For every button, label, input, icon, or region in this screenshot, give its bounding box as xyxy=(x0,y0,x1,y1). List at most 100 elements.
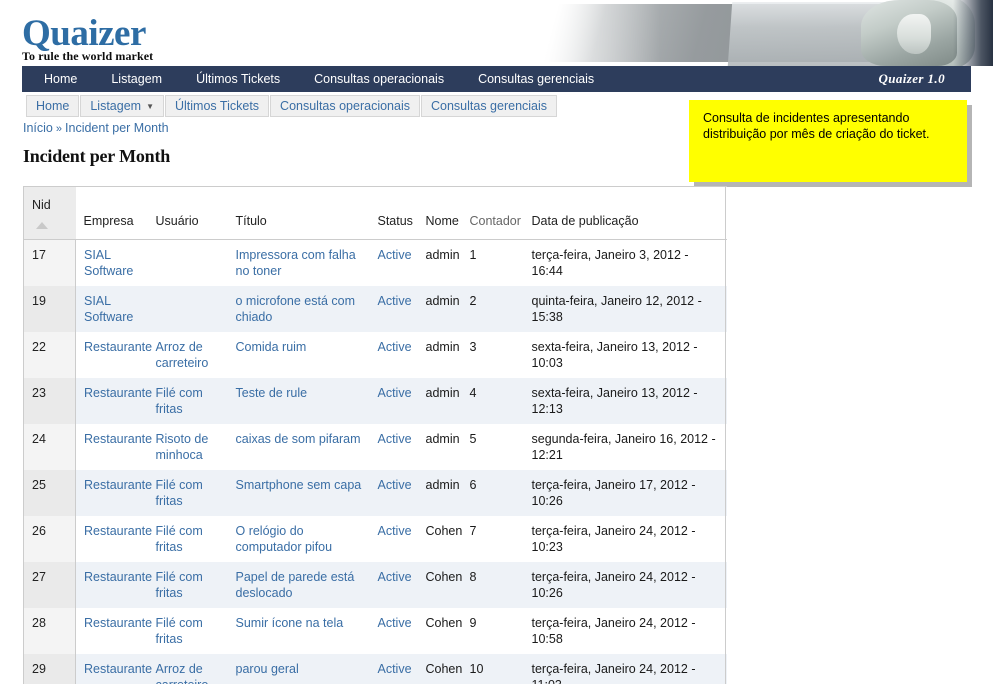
cell-titulo-link[interactable]: Impressora com falha no toner xyxy=(236,248,356,278)
cell-usuario[interactable]: Arroz de carreteiro xyxy=(147,332,228,378)
site-logo[interactable]: Quaizer To rule the world market xyxy=(22,15,153,63)
cell-usuario[interactable]: Risoto de minhoca xyxy=(147,424,228,470)
column-header-usuario[interactable]: Usuário xyxy=(147,186,228,240)
cell-empresa-link[interactable]: Restaurante xyxy=(84,386,152,400)
cell-empresa[interactable]: Restaurante xyxy=(75,332,152,378)
cell-status[interactable]: Active xyxy=(369,562,418,608)
cell-titulo-link[interactable]: Smartphone sem capa xyxy=(236,478,362,492)
cell-usuario-link[interactable]: Filé com fritas xyxy=(156,616,203,646)
cell-titulo[interactable]: O relógio do computador pifou xyxy=(227,516,370,562)
cell-status-link[interactable]: Active xyxy=(378,340,412,354)
cell-titulo[interactable]: caixas de som pifaram xyxy=(227,424,370,470)
cell-status[interactable]: Active xyxy=(369,239,418,286)
nav-item-home[interactable]: Home xyxy=(22,66,94,92)
cell-status-link[interactable]: Active xyxy=(378,478,412,492)
cell-titulo[interactable]: Comida ruim xyxy=(227,332,370,378)
cell-status[interactable]: Active xyxy=(369,608,418,654)
tab-consultas-operacionais[interactable]: Consultas operacionais xyxy=(270,95,420,117)
cell-titulo[interactable]: Papel de parede está deslocado xyxy=(227,562,370,608)
cell-usuario[interactable]: Filé com fritas xyxy=(147,378,228,424)
cell-titulo-link[interactable]: caixas de som pifaram xyxy=(236,432,361,446)
cell-titulo-link[interactable]: o microfone está com chiado xyxy=(236,294,356,324)
cell-usuario-link[interactable]: Arroz de carreteiro xyxy=(156,662,209,684)
cell-status[interactable]: Active xyxy=(369,286,418,332)
cell-nome: admin xyxy=(417,424,462,470)
tab-home[interactable]: Home xyxy=(26,95,80,117)
cell-titulo[interactable]: Sumir ícone na tela xyxy=(227,608,370,654)
cell-usuario[interactable] xyxy=(147,286,228,332)
cell-titulo[interactable]: parou geral xyxy=(227,654,370,684)
cell-empresa-link[interactable]: Restaurante xyxy=(84,432,152,446)
cell-empresa[interactable]: SIAL Software xyxy=(75,286,148,332)
cell-status-link[interactable]: Active xyxy=(378,662,412,676)
breadcrumb-home-link[interactable]: Início xyxy=(23,121,53,135)
cell-usuario[interactable]: Filé com fritas xyxy=(147,562,228,608)
cell-titulo-link[interactable]: Comida ruim xyxy=(236,340,307,354)
column-header-empresa[interactable]: Empresa xyxy=(75,186,148,240)
tab-listagem[interactable]: Listagem ▼ xyxy=(80,95,164,117)
cell-titulo-link[interactable]: Sumir ícone na tela xyxy=(236,616,344,630)
cell-titulo[interactable]: o microfone está com chiado xyxy=(227,286,370,332)
cell-titulo-link[interactable]: Papel de parede está deslocado xyxy=(236,570,355,600)
cell-empresa[interactable]: Restaurante xyxy=(75,562,152,608)
column-header-titulo[interactable]: Título xyxy=(227,186,370,240)
cell-empresa[interactable]: Restaurante xyxy=(75,378,152,424)
cell-status[interactable]: Active xyxy=(369,378,418,424)
cell-empresa-link[interactable]: Restaurante xyxy=(84,570,152,584)
cell-usuario-link[interactable]: Risoto de minhoca xyxy=(156,432,209,462)
cell-titulo[interactable]: Teste de rule xyxy=(227,378,370,424)
breadcrumb-current[interactable]: Incident per Month xyxy=(65,121,169,135)
cell-empresa[interactable]: SIAL Software xyxy=(75,239,148,286)
cell-usuario[interactable]: Filé com fritas xyxy=(147,608,228,654)
cell-status[interactable]: Active xyxy=(369,332,418,378)
cell-status[interactable]: Active xyxy=(369,470,418,516)
cell-usuario[interactable]: Filé com fritas xyxy=(147,516,228,562)
column-header-data[interactable]: Data de publicação xyxy=(523,186,727,240)
cell-titulo[interactable]: Smartphone sem capa xyxy=(227,470,370,516)
cell-empresa-link[interactable]: Restaurante xyxy=(84,478,152,492)
cell-empresa[interactable]: Restaurante xyxy=(75,424,152,470)
cell-usuario-link[interactable]: Filé com fritas xyxy=(156,478,203,508)
nav-item-ultimos-tickets[interactable]: Últimos Tickets xyxy=(179,66,297,92)
cell-usuario-link[interactable]: Filé com fritas xyxy=(156,570,203,600)
cell-empresa[interactable]: Restaurante xyxy=(75,654,152,684)
cell-status-link[interactable]: Active xyxy=(378,432,412,446)
column-header-status[interactable]: Status xyxy=(369,186,418,240)
cell-status-link[interactable]: Active xyxy=(378,616,412,630)
cell-status-link[interactable]: Active xyxy=(378,524,412,538)
cell-status[interactable]: Active xyxy=(369,654,418,684)
column-header-contador[interactable]: Contador xyxy=(461,186,524,240)
cell-empresa-link[interactable]: Restaurante xyxy=(84,340,152,354)
cell-empresa[interactable]: Restaurante xyxy=(75,608,152,654)
cell-titulo-link[interactable]: parou geral xyxy=(236,662,299,676)
cell-usuario-link[interactable]: Filé com fritas xyxy=(156,386,203,416)
nav-item-listagem[interactable]: Listagem xyxy=(94,66,179,92)
cell-titulo[interactable]: Impressora com falha no toner xyxy=(227,239,370,286)
cell-empresa-link[interactable]: Restaurante xyxy=(84,662,152,676)
cell-usuario[interactable]: Arroz de carreteiro xyxy=(147,654,228,684)
cell-empresa-link[interactable]: SIAL Software xyxy=(84,294,133,324)
cell-usuario[interactable]: Filé com fritas xyxy=(147,470,228,516)
nav-item-consultas-operacionais[interactable]: Consultas operacionais xyxy=(297,66,461,92)
cell-status-link[interactable]: Active xyxy=(378,386,412,400)
cell-titulo-link[interactable]: Teste de rule xyxy=(236,386,308,400)
cell-titulo-link[interactable]: O relógio do computador pifou xyxy=(236,524,333,554)
cell-empresa-link[interactable]: Restaurante xyxy=(84,524,152,538)
nav-item-consultas-gerenciais[interactable]: Consultas gerenciais xyxy=(461,66,611,92)
cell-empresa[interactable]: Restaurante xyxy=(75,516,152,562)
tab-ultimos-tickets[interactable]: Últimos Tickets xyxy=(165,95,270,117)
cell-empresa-link[interactable]: SIAL Software xyxy=(84,248,133,278)
cell-status-link[interactable]: Active xyxy=(378,248,412,262)
column-header-nome[interactable]: Nome xyxy=(417,186,462,240)
cell-empresa-link[interactable]: Restaurante xyxy=(84,616,152,630)
cell-usuario[interactable] xyxy=(147,239,228,286)
cell-usuario-link[interactable]: Arroz de carreteiro xyxy=(156,340,209,370)
tab-consultas-gerenciais[interactable]: Consultas gerenciais xyxy=(421,95,558,117)
cell-status[interactable]: Active xyxy=(369,516,418,562)
cell-usuario-link[interactable]: Filé com fritas xyxy=(156,524,203,554)
cell-status-link[interactable]: Active xyxy=(378,570,412,584)
cell-status[interactable]: Active xyxy=(369,424,418,470)
cell-empresa[interactable]: Restaurante xyxy=(75,470,152,516)
cell-status-link[interactable]: Active xyxy=(378,294,412,308)
column-header-nid[interactable]: Nid xyxy=(23,186,76,240)
